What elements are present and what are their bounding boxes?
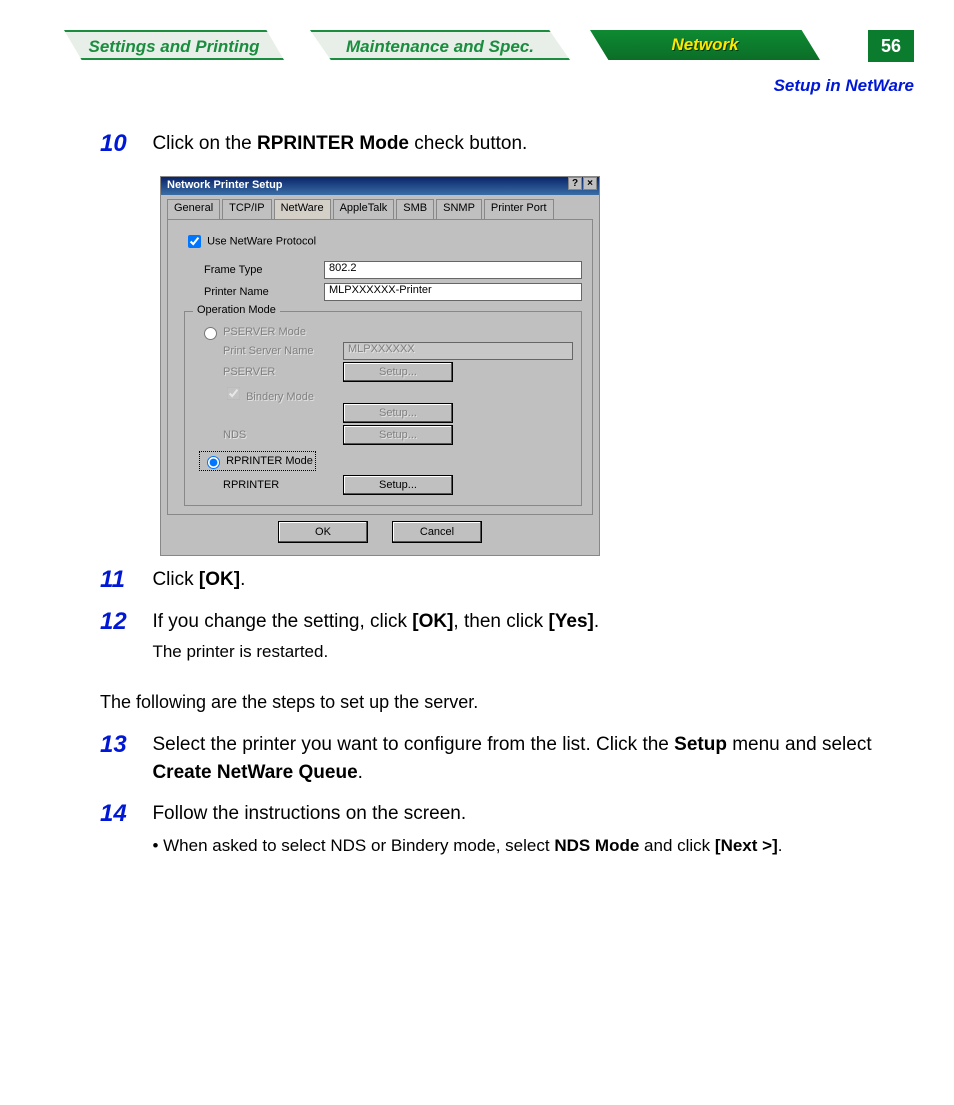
help-button[interactable]: ? [568, 177, 582, 190]
text-bold: Create NetWare Queue [152, 762, 357, 783]
operation-mode-group: Operation Mode PSERVER Mode Print Server… [184, 311, 582, 506]
rprinter-setup-button[interactable]: Setup... [343, 475, 453, 495]
page-content: 10 Click on the RPRINTER Mode check butt… [100, 130, 890, 872]
radio-icon[interactable] [204, 327, 217, 340]
text-bold: [Yes] [548, 611, 593, 632]
text: menu and select [727, 734, 872, 755]
checkbox-icon [227, 387, 240, 400]
close-button[interactable]: × [583, 177, 597, 190]
step-text: Click on the RPRINTER Mode check button. [152, 130, 872, 158]
step-number: 10 [100, 130, 148, 158]
text: . [778, 836, 783, 855]
ok-button[interactable]: OK [278, 521, 368, 543]
step-text: Follow the instructions on the screen. •… [152, 800, 872, 858]
pserver-mode-radio[interactable]: PSERVER Mode [199, 324, 573, 340]
dialog-tabs: General TCP/IP NetWare AppleTalk SMB SNM… [167, 199, 593, 219]
tab-appletalk[interactable]: AppleTalk [333, 199, 395, 219]
step-11: 11 Click [OK]. [100, 566, 890, 594]
step-10: 10 Click on the RPRINTER Mode check butt… [100, 130, 890, 158]
text: and click [639, 836, 715, 855]
radio-icon[interactable] [207, 456, 220, 469]
text-bold: [Next >] [715, 836, 778, 855]
tab-settings-printing[interactable]: Settings and Printing [64, 30, 284, 60]
text: If you change the setting, click [152, 611, 412, 632]
text-bold: NDS Mode [554, 836, 639, 855]
tab-printerport[interactable]: Printer Port [484, 199, 554, 219]
tab-tcpip[interactable]: TCP/IP [222, 199, 271, 219]
frame-type-select[interactable]: 802.2 [324, 261, 582, 279]
text: . [240, 569, 245, 590]
use-netware-checkbox[interactable]: Use NetWare Protocol [184, 232, 582, 251]
bullet-line: • When asked to select NDS or Bindery mo… [152, 834, 872, 859]
pserver-label: PSERVER [223, 366, 323, 378]
intro-text: The following are the steps to set up th… [100, 692, 890, 713]
bindery-mode-checkbox: Bindery Mode [223, 384, 573, 403]
step-12: 12 If you change the setting, click [OK]… [100, 608, 890, 664]
checkbox-icon[interactable] [188, 235, 201, 248]
print-server-name-label: Print Server Name [223, 345, 323, 357]
tab-smb[interactable]: SMB [396, 199, 434, 219]
cancel-button[interactable]: Cancel [392, 521, 482, 543]
bindery-setup-button: Setup... [343, 403, 453, 423]
text: Follow the instructions on the screen. [152, 803, 466, 824]
frame-type-label: Frame Type [204, 264, 314, 276]
step-text: Select the printer you want to configure… [152, 731, 872, 786]
nds-setup-button: Setup... [343, 425, 453, 445]
radio-label: RPRINTER Mode [226, 455, 313, 467]
checkbox-label: Use NetWare Protocol [207, 235, 316, 247]
text: • When asked to select NDS or Bindery mo… [152, 836, 554, 855]
radio-label: PSERVER Mode [223, 326, 306, 338]
text-bold: [OK] [199, 569, 240, 590]
dialog-bottom-buttons: OK Cancel [161, 521, 599, 547]
text: Click on the [152, 133, 257, 154]
text-bold: [OK] [412, 611, 453, 632]
print-server-name-input: MLPXXXXXX [343, 342, 573, 360]
tab-network[interactable]: Network [590, 30, 820, 60]
step-14: 14 Follow the instructions on the screen… [100, 800, 890, 858]
text: Click [152, 569, 198, 590]
text: Select the printer you want to configure… [152, 734, 674, 755]
section-subhead: Setup in NetWare [774, 76, 914, 96]
text: . [594, 611, 599, 632]
dialog-title: Network Printer Setup [167, 179, 283, 191]
text: check button. [409, 133, 527, 154]
step-number: 11 [100, 566, 148, 594]
tab-snmp[interactable]: SNMP [436, 199, 482, 219]
step-text: If you change the setting, click [OK], t… [152, 608, 872, 664]
tab-general[interactable]: General [167, 199, 220, 219]
tab-maintenance-spec[interactable]: Maintenance and Spec. [310, 30, 570, 60]
group-title: Operation Mode [193, 304, 280, 316]
step-note: The printer is restarted. [152, 640, 872, 665]
step-number: 12 [100, 608, 148, 636]
page-number: 56 [868, 30, 914, 62]
top-nav: Settings and Printing Maintenance and Sp… [50, 30, 914, 64]
step-text: Click [OK]. [152, 566, 872, 594]
rprinter-label: RPRINTER [223, 479, 323, 491]
step-number: 13 [100, 731, 148, 759]
text: , then click [453, 611, 548, 632]
text-bold: Setup [674, 734, 727, 755]
printer-name-input[interactable]: MLPXXXXXX-Printer [324, 283, 582, 301]
pserver-setup-button: Setup... [343, 362, 453, 382]
checkbox-label: Bindery Mode [246, 391, 314, 403]
dialog-network-printer-setup: Network Printer Setup ?× General TCP/IP … [160, 176, 600, 556]
text: . [358, 762, 363, 783]
dialog-panel: Use NetWare Protocol Frame Type 802.2 Pr… [167, 219, 593, 515]
step-number: 14 [100, 800, 148, 828]
text-bold: RPRINTER Mode [257, 133, 409, 154]
tab-netware[interactable]: NetWare [274, 199, 331, 219]
printer-name-label: Printer Name [204, 286, 314, 298]
nds-label: NDS [223, 429, 323, 441]
step-13: 13 Select the printer you want to config… [100, 731, 890, 786]
dialog-titlebar: Network Printer Setup ?× [161, 177, 599, 195]
rprinter-mode-radio[interactable]: RPRINTER Mode [199, 451, 316, 471]
